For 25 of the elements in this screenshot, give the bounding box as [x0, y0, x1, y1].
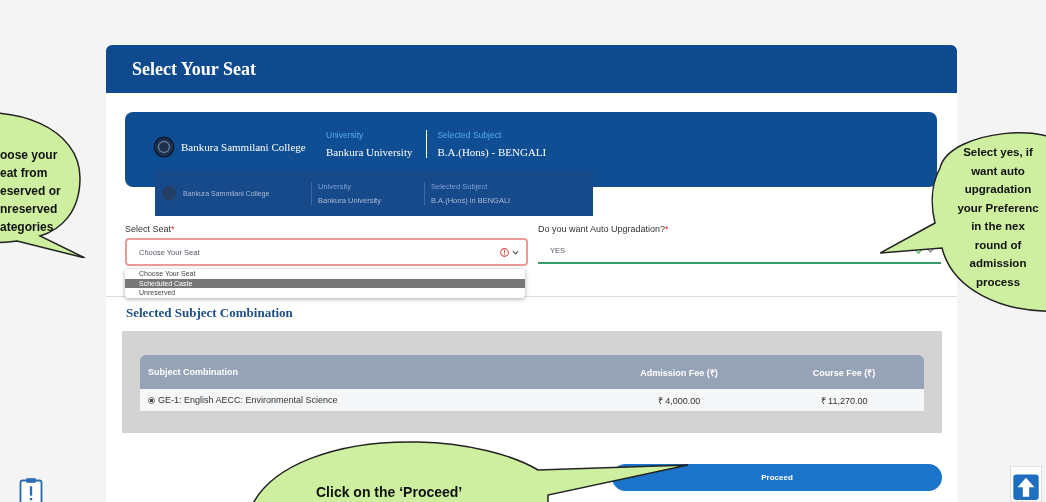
column-header: Admission Fee (₹) — [639, 366, 719, 379]
page-title: Select Your Seat — [132, 58, 256, 80]
table-cell-text: ₹ 4,000.00 — [656, 394, 702, 407]
subject-name: B.A.(Hons) - BENGALI — [437, 146, 547, 158]
college-logo-icon — [153, 136, 175, 158]
column-header: Course Fee (₹) — [811, 366, 877, 379]
callout-text: Click on the ‘Proceed’ — [316, 483, 463, 501]
university-label: University — [326, 130, 365, 140]
field-label: Do you want Auto Upgradation?* — [538, 224, 670, 234]
field-label: Select Seat* — [125, 224, 176, 234]
clipboard-icon[interactable] — [19, 477, 43, 502]
section-title: Selected Subject Combination — [126, 305, 294, 321]
scroll-up-icon[interactable] — [1010, 466, 1042, 502]
table-cell: GE-1: English AECC: Environmental Science — [140, 395, 594, 405]
error-icon — [500, 247, 509, 257]
radio-button[interactable] — [148, 396, 155, 404]
subject-label: Selected Subject — [437, 130, 503, 140]
table-cell-text: ₹ 11,270.00 — [819, 394, 869, 407]
college-name: Bankura Sammilani College — [181, 141, 307, 153]
college-logo-icon — [161, 185, 177, 201]
column-header: Subject Combination — [147, 367, 239, 377]
callout-text: Select yes, if want auto upgradation your Preferenc in the nex round of admission process — [956, 145, 1040, 290]
university-name: Bankura University — [326, 146, 413, 158]
proceed-button[interactable]: Proceed — [612, 464, 942, 491]
callout-text: oose your eat from eserved or nreserved ategories — [0, 147, 61, 236]
